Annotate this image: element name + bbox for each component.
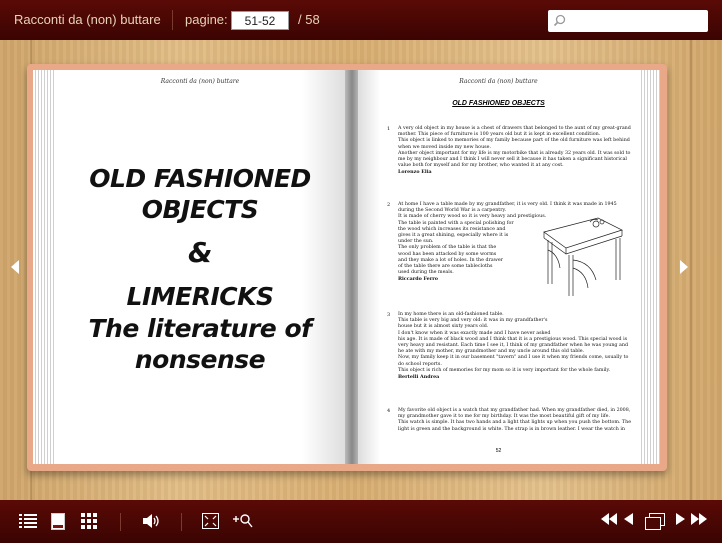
search-box[interactable] <box>548 10 708 32</box>
list-icon[interactable] <box>19 513 37 529</box>
story-entry: 1 A very old object in my house is a che… <box>387 126 631 176</box>
entry-number: 3 <box>387 312 391 318</box>
page-stack-left <box>33 70 55 464</box>
page-heading: OLD FASHIONED OBJECTS <box>452 100 545 107</box>
pages-label: pagine: <box>185 12 228 27</box>
book-spine <box>345 70 359 464</box>
page-number: 52 <box>495 448 502 454</box>
ampersand: & <box>188 236 212 269</box>
table-illustration <box>543 217 623 296</box>
entry-number: 4 <box>387 408 391 414</box>
story-entry: 4 My favorite old object is a watch that… <box>387 408 632 433</box>
right-page[interactable]: Racconti da (non) buttare OLD FASHIONED … <box>358 70 639 464</box>
total-pages: / 58 <box>298 12 320 27</box>
entry-number: 2 <box>387 202 391 208</box>
nav-right-icon[interactable] <box>680 260 688 274</box>
toolbar-divider <box>172 10 173 30</box>
page-stack-right <box>638 70 660 464</box>
title-line: OLD FASHIONED <box>89 164 311 193</box>
next-page-icon[interactable] <box>676 513 685 525</box>
toolbar-divider <box>181 513 182 531</box>
title-line: nonsense <box>134 345 266 374</box>
toolbar-divider <box>120 513 121 531</box>
entry-line: This watch is simple. It has two hands a… <box>398 420 632 426</box>
entry-line: Now, my family keep it in our basement "… <box>398 355 629 361</box>
zoom-in-icon[interactable] <box>233 513 253 529</box>
title-line: OBJECTS <box>141 195 259 224</box>
thumbnails-icon[interactable] <box>81 513 97 529</box>
entry-number: 1 <box>387 126 391 132</box>
book-title: Racconti da (non) buttare <box>14 12 161 27</box>
entry-author: Lorenzo Elia <box>398 169 432 176</box>
title-line: LIMERICKS <box>126 282 274 311</box>
volume-icon[interactable] <box>143 513 161 529</box>
top-toolbar: Racconti da (non) buttare pagine: 51-52 … <box>0 0 722 40</box>
story-entry: 3 In my home there is an old-fashioned t… <box>387 312 629 381</box>
entry-line: light is green and the background is whi… <box>398 426 625 432</box>
single-page-icon[interactable] <box>51 513 65 530</box>
left-page[interactable]: Racconti da (non) buttare OLD FASHIONED … <box>54 70 346 464</box>
title-line: The literature of <box>88 314 312 343</box>
entry-author: Bertelli Andrea <box>398 374 440 381</box>
first-page-icon[interactable] <box>601 513 617 525</box>
two-page-icon[interactable] <box>645 513 665 530</box>
search-icon <box>553 14 566 27</box>
search-input[interactable] <box>570 12 704 31</box>
running-head: Racconti da (non) buttare <box>459 78 538 85</box>
fullscreen-icon[interactable] <box>202 513 219 529</box>
running-head: Racconti da (non) buttare <box>160 78 240 85</box>
entry-line: This object is linked to memories of my … <box>398 138 630 144</box>
last-page-icon[interactable] <box>691 513 707 525</box>
board-seam <box>690 40 692 500</box>
bottom-toolbar <box>0 500 722 543</box>
page-number-input[interactable]: 51-52 <box>231 11 289 30</box>
prev-page-icon[interactable] <box>624 513 633 525</box>
nav-left-icon[interactable] <box>11 260 19 274</box>
